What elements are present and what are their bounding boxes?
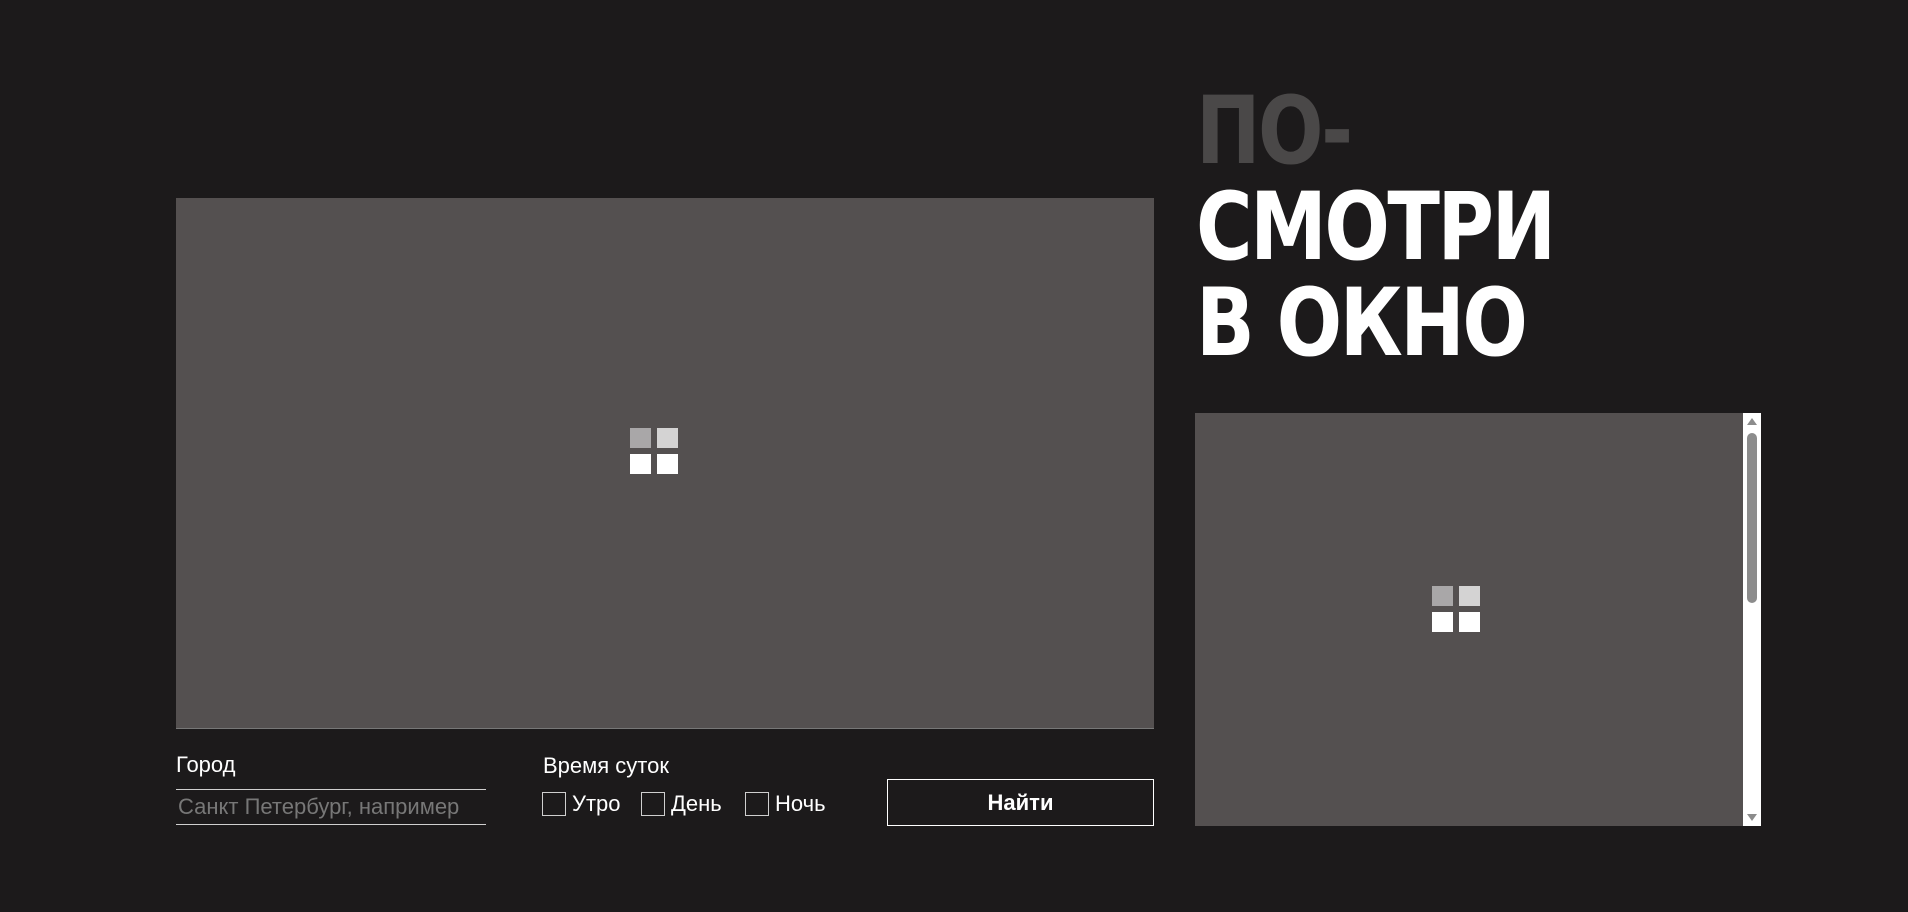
headline-line-3: В ОКНО (1196, 269, 1528, 378)
city-label: Город (176, 752, 236, 777)
side-window-preview (1195, 413, 1748, 826)
morning-checkbox[interactable] (542, 792, 566, 816)
day-label: День (671, 791, 722, 816)
headline-line-1: ПО- (1196, 77, 1353, 186)
option-night[interactable]: Ночь (745, 791, 826, 817)
time-of-day-label: Время суток (543, 753, 669, 778)
side-preview-scrollbar[interactable] (1743, 413, 1761, 826)
window-placeholder-icon (1432, 586, 1481, 633)
scroll-down-arrow-icon[interactable] (1747, 814, 1757, 821)
search-button[interactable]: Найти (887, 779, 1154, 826)
page: ПО- СМОТРИ В ОКНО Город Время суток Утро… (0, 0, 1908, 912)
headline-line-2: СМОТРИ (1196, 173, 1556, 282)
window-placeholder-icon (630, 428, 679, 475)
day-checkbox[interactable] (641, 792, 665, 816)
night-label: Ночь (775, 791, 826, 816)
morning-label: Утро (572, 791, 621, 816)
city-input[interactable] (176, 789, 486, 825)
night-checkbox[interactable] (745, 792, 769, 816)
option-morning[interactable]: Утро (542, 791, 621, 817)
scroll-up-arrow-icon[interactable] (1747, 418, 1757, 425)
main-window-preview (176, 198, 1154, 729)
option-day[interactable]: День (641, 791, 722, 817)
scroll-thumb[interactable] (1747, 433, 1757, 603)
page-headline: ПО- СМОТРИ В ОКНО (1196, 77, 1556, 378)
